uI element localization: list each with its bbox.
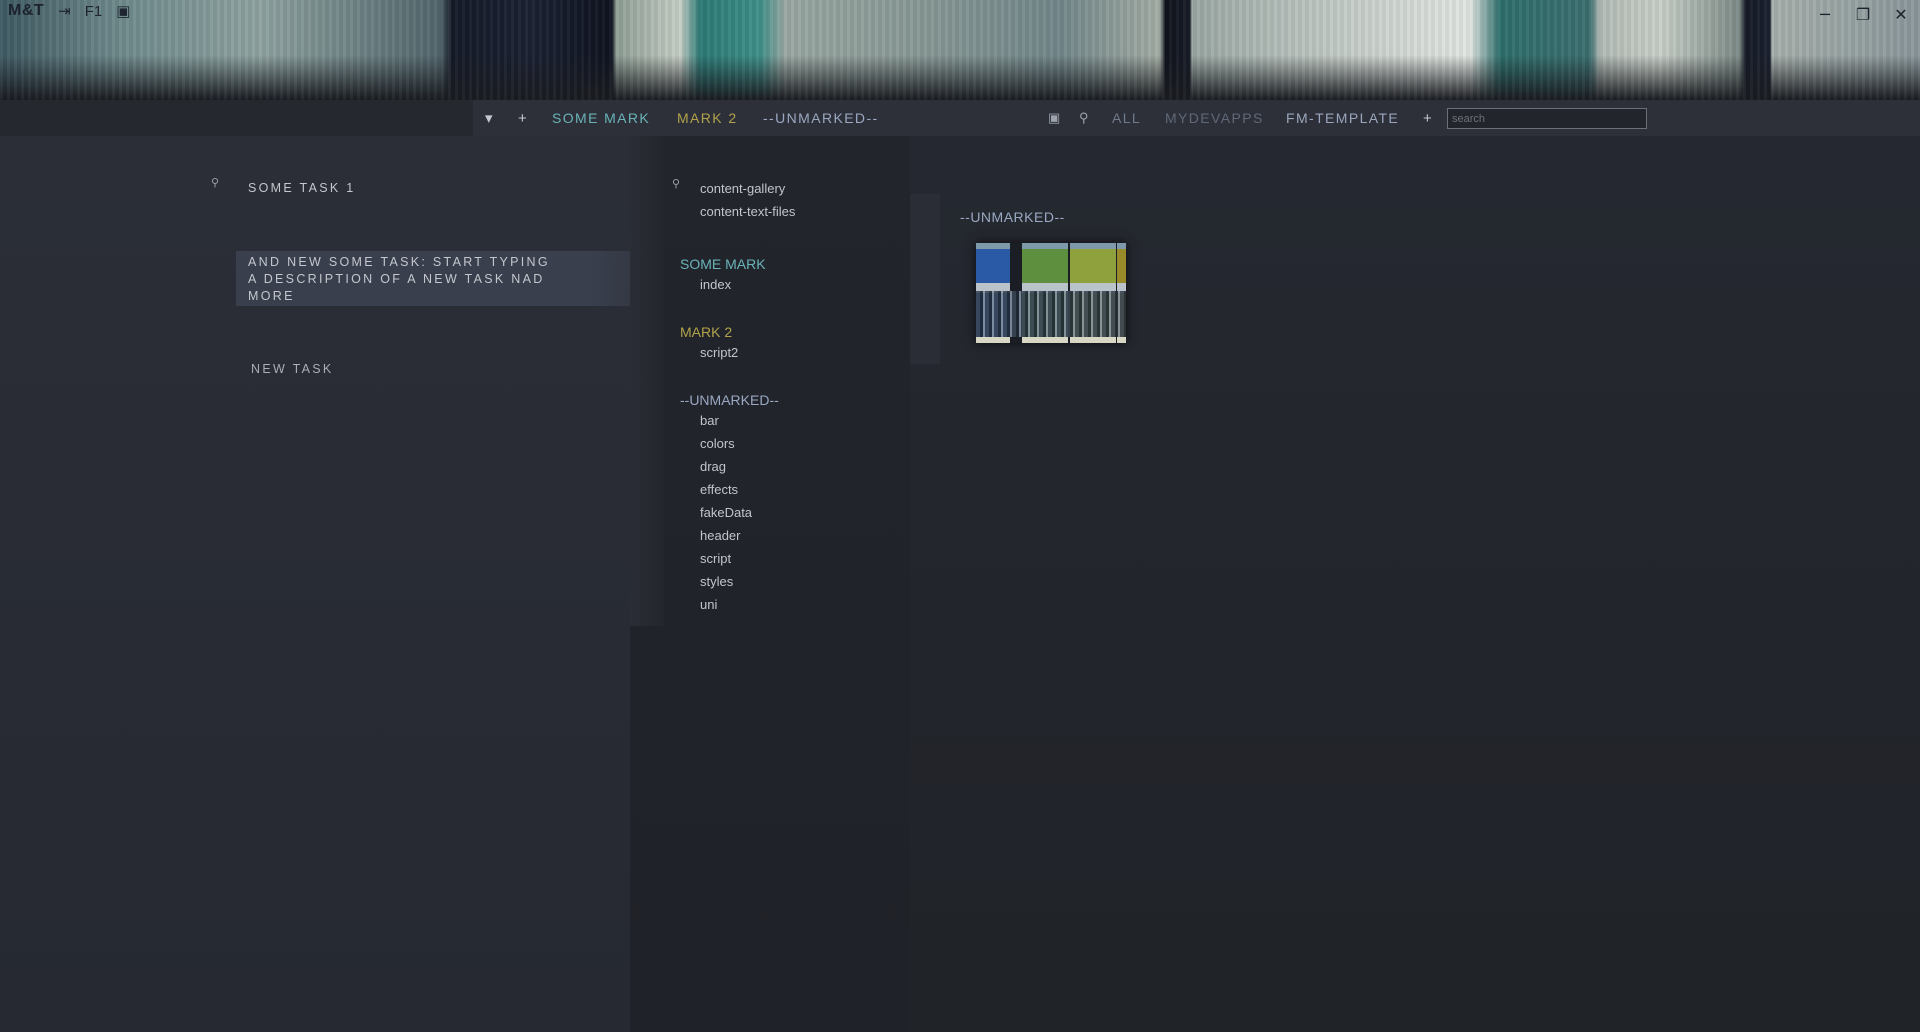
file-script[interactable]: script (700, 551, 731, 566)
add-mark-button[interactable]: + (518, 110, 528, 127)
file-effects[interactable]: effects (700, 482, 738, 497)
minimize-button[interactable]: ─ (1806, 0, 1844, 28)
file-uni[interactable]: uni (700, 597, 717, 612)
mark-some-mark[interactable]: SOME MARK (552, 110, 650, 126)
app-titlebar: M&T ⇥ F1 ▣ (8, 2, 130, 20)
task-item-selected[interactable]: AND NEW SOME TASK: START TYPING A DESCRI… (248, 254, 558, 305)
layout-icon[interactable]: ▣ (1048, 110, 1062, 126)
collapse-icon[interactable]: ▾ (485, 109, 494, 127)
file-header[interactable]: header (700, 528, 740, 543)
add-project-button[interactable]: + (1423, 110, 1433, 127)
search-input[interactable] (1447, 108, 1647, 129)
pin-icon[interactable]: ⚲ (1079, 110, 1090, 126)
window-controls: ─ ❐ ✕ (1806, 0, 1920, 28)
gallery-thumbnail[interactable] (976, 243, 1126, 343)
group-unmarked[interactable]: --UNMARKED-- (680, 392, 779, 408)
app-title: M&T (8, 2, 45, 19)
file-content-gallery[interactable]: content-gallery (700, 181, 785, 196)
task-item[interactable]: SOME TASK 1 (248, 180, 356, 197)
new-task-button[interactable]: NEW TASK (251, 361, 334, 378)
files-panel (630, 136, 910, 1032)
gallery-title: --UNMARKED-- (960, 209, 1065, 225)
mark-unmarked[interactable]: --UNMARKED-- (763, 110, 879, 126)
project-fm-template[interactable]: FM-TEMPLATE (1286, 110, 1399, 126)
file-fakedata[interactable]: fakeData (700, 505, 752, 520)
file-bar[interactable]: bar (700, 413, 719, 428)
pin-icon[interactable]: ⚲ (672, 177, 680, 190)
close-button[interactable]: ✕ (1882, 0, 1920, 28)
files-panel-strip (630, 136, 664, 626)
file-script2[interactable]: script2 (700, 345, 738, 360)
gallery-panel-strip (910, 194, 940, 364)
project-mydevapps[interactable]: MYDEVAPPS (1165, 110, 1264, 126)
toolbar-left-area (0, 100, 473, 136)
file-content-text-files[interactable]: content-text-files (700, 204, 795, 219)
group-mark-2[interactable]: MARK 2 (680, 324, 732, 340)
file-index[interactable]: index (700, 277, 731, 292)
file-drag[interactable]: drag (700, 459, 726, 474)
toolbar: ▾ + SOME MARK MARK 2 --UNMARKED-- ▣ ⚲ AL… (473, 100, 1920, 136)
save-icon[interactable]: ▣ (116, 2, 130, 20)
project-all[interactable]: ALL (1112, 110, 1141, 126)
mark-mark-2[interactable]: MARK 2 (677, 110, 738, 126)
header-banner (0, 0, 1920, 100)
group-some-mark[interactable]: SOME MARK (680, 256, 766, 272)
help-button[interactable]: F1 (85, 3, 103, 20)
exit-icon[interactable]: ⇥ (58, 2, 71, 20)
file-colors[interactable]: colors (700, 436, 735, 451)
file-styles[interactable]: styles (700, 574, 733, 589)
pin-icon[interactable]: ⚲ (211, 176, 219, 189)
maximize-button[interactable]: ❐ (1844, 0, 1882, 28)
